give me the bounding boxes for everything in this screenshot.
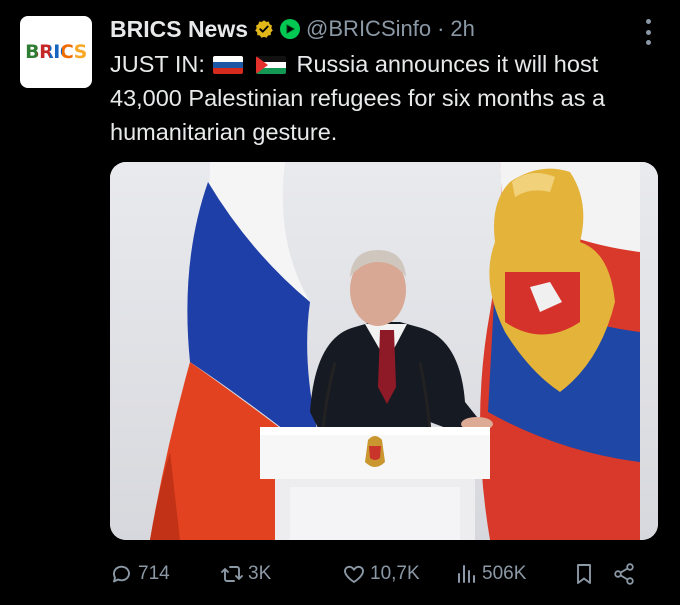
like-button[interactable]: 10,7K — [342, 556, 420, 592]
like-count: 10,7K — [370, 563, 420, 584]
post-actions: 714 3K 10,7K 506K — [110, 556, 650, 592]
reply-count: 714 — [138, 563, 170, 584]
post-text: JUST IN: Russia announces it will host 4… — [110, 47, 660, 149]
post-header: BRICS News @BRICSinfo · 2h — [110, 12, 640, 46]
share-icon — [614, 563, 634, 585]
views-count: 506K — [482, 563, 527, 584]
reply-button[interactable]: 714 — [110, 556, 170, 592]
repost-icon — [221, 566, 243, 582]
heart-icon — [344, 565, 364, 583]
brics-logo: BRICS — [25, 41, 87, 63]
russia-flag-icon — [213, 56, 244, 74]
affiliate-badge-icon[interactable] — [280, 19, 301, 39]
author-name[interactable]: BRICS News — [110, 16, 248, 43]
speech-photo — [110, 162, 658, 540]
post-text-prefix: JUST IN: — [110, 51, 205, 77]
verified-badge-icon[interactable] — [254, 19, 274, 39]
palestine-flag-icon — [255, 56, 286, 74]
author-avatar[interactable]: BRICS — [20, 16, 92, 88]
more-options-icon[interactable] — [646, 19, 652, 45]
share-button[interactable] — [612, 556, 636, 592]
repost-button[interactable]: 3K — [220, 556, 271, 592]
views-button[interactable]: 506K — [454, 556, 526, 592]
russian-flag-right — [480, 162, 640, 540]
author-handle[interactable]: @BRICSinfo — [306, 16, 431, 42]
bookmark-button[interactable] — [572, 556, 596, 592]
post-image[interactable] — [110, 162, 658, 540]
repost-count: 3K — [248, 563, 272, 584]
bookmark-icon — [577, 564, 591, 584]
separator-dot: · — [437, 16, 445, 41]
views-icon — [458, 565, 475, 583]
podium — [260, 427, 490, 540]
post-time[interactable]: 2h — [450, 16, 474, 42]
reply-icon — [113, 565, 130, 583]
